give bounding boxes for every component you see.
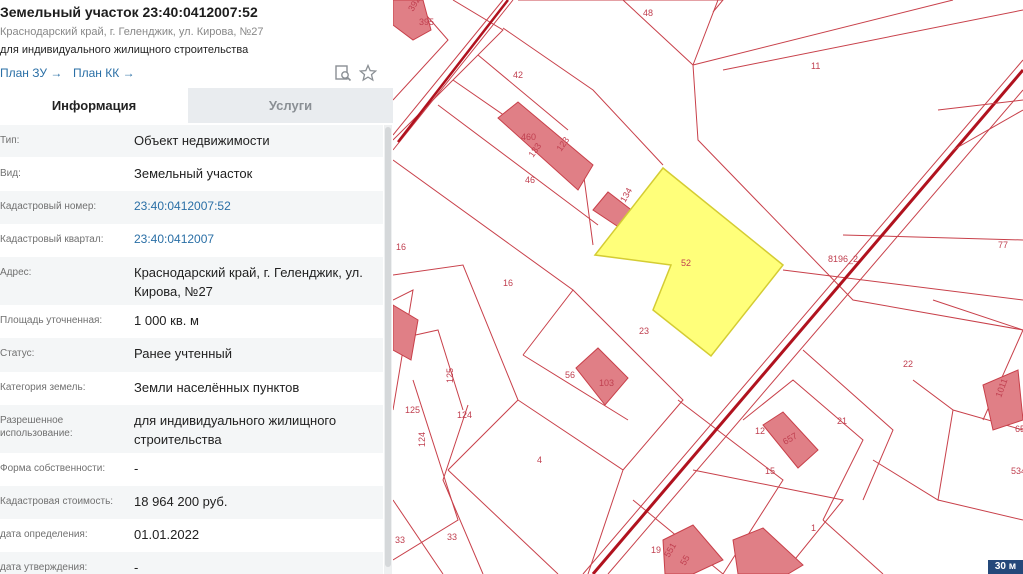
field-value: 1 000 кв. м	[134, 313, 199, 328]
parcel-number-label: 42	[513, 70, 523, 80]
parcel-purpose: для индивидуального жилищного строительс…	[0, 44, 249, 56]
field-row: Категория земель: Земли населённых пункто…	[0, 372, 383, 405]
parcel-number-label: 4	[537, 455, 542, 465]
plan-zu-link[interactable]: План ЗУ →	[0, 66, 62, 80]
field-value: 01.01.2022	[134, 527, 200, 542]
field-value: Земли населённых пунктов	[134, 380, 300, 395]
parcel-number-label: 65	[1015, 424, 1023, 434]
parcel-number-label: 23	[639, 326, 649, 336]
field-row: Кадастровая стоимость: 18 964 200 руб.	[0, 486, 383, 519]
field-label: Кадастровая стоимость:	[0, 496, 114, 507]
cadastral-map[interactable]: 48 11 42 460 133 123 46 134 16 16 77 8196_2 23 22 56 10…	[393, 0, 1023, 574]
building-lower[interactable]	[732, 527, 804, 574]
field-label: дата утверждения:	[0, 562, 88, 573]
parcel-number-label: 125	[405, 405, 420, 415]
parcel-number-label: 15	[765, 466, 775, 476]
field-label: Тип:	[0, 135, 20, 146]
parcel-number-label: 1	[811, 523, 816, 533]
parcel-number-label: 33	[395, 535, 405, 545]
parcel-number-label: 77	[998, 240, 1008, 250]
field-value: -	[134, 461, 139, 476]
parcel-number-label: 124	[417, 432, 427, 447]
parcel-number-label: 21	[837, 416, 847, 426]
parcel-number-label: 46	[525, 175, 535, 185]
parcel-number-label: 33	[447, 532, 457, 542]
parcel-number-label: 16	[503, 278, 513, 288]
field-label: Форма собственности:	[0, 463, 106, 474]
field-label: дата определения:	[0, 529, 88, 540]
map-canvas[interactable]: 481142460133 123461341616778196_223225610…	[393, 0, 1023, 574]
parcel-address: Краснодарский край, г. Геленджик, ул. Ки…	[0, 26, 264, 38]
field-label: Статус:	[0, 348, 35, 359]
selected-parcel-label: 52	[681, 258, 691, 268]
field-value: -	[134, 560, 139, 574]
scale-bar: 30 м	[988, 560, 1023, 574]
field-row: Форма собственности: -	[0, 453, 383, 486]
plan-kk-link[interactable]: План КК →	[73, 66, 135, 80]
parcel-number-label: 16	[396, 242, 406, 252]
parcel-number-label: 460	[521, 132, 536, 142]
tabs: Информация Услуги	[0, 88, 393, 123]
field-row: Адрес: Краснодарский край, г. Геленджик, …	[0, 257, 383, 305]
field-label: Кадастровый квартал:	[0, 234, 104, 245]
parcel-number-label: 48	[643, 8, 653, 18]
field-row: дата определения: 01.01.2022	[0, 519, 383, 552]
field-row: дата утверждения: -	[0, 552, 383, 574]
field-label: Вид:	[0, 168, 21, 179]
field-row: Тип: Объект недвижимости	[0, 125, 383, 157]
info-panel: Земельный участок 23:40:0412007:52 Красн…	[0, 0, 393, 574]
scrollbar-thumb[interactable]	[385, 127, 391, 567]
field-label: Категория земель:	[0, 382, 86, 393]
field-label: Адрес:	[0, 267, 32, 278]
search-document-icon[interactable]	[334, 64, 352, 82]
parcel-number-label: 19	[651, 545, 661, 555]
tab-services[interactable]: Услуги	[188, 88, 393, 123]
parcel-number-label: 395	[419, 17, 434, 27]
parcel-number-label: 56	[565, 370, 575, 380]
parcel-number-label: 134	[618, 186, 634, 204]
field-label: Площадь уточненная:	[0, 315, 103, 326]
field-row: Площадь уточненная: 1 000 кв. м	[0, 305, 383, 338]
page-title: Земельный участок 23:40:0412007:52	[0, 4, 258, 20]
parcel-number-label: 125	[445, 368, 455, 383]
field-value-link[interactable]: 23:40:0412007	[134, 230, 379, 249]
field-row: Кадастровый номер: 23:40:0412007:52	[0, 191, 383, 224]
parcel-number-label: 124	[457, 410, 472, 420]
building-103[interactable]	[575, 347, 629, 406]
field-row: Разрешенное использование: для индивидуал…	[0, 405, 383, 453]
field-value: Объект недвижимости	[134, 133, 270, 148]
field-label: Разрешенное использование:	[0, 415, 73, 439]
field-value: Краснодарский край, г. Геленджик, ул. Ки…	[134, 265, 363, 299]
field-row: Кадастровый квартал: 23:40:0412007	[0, 224, 383, 257]
parcel-number-label: 11	[811, 61, 820, 71]
field-row: Статус: Ранее учтенный	[0, 338, 383, 372]
parcel-number-label: 22	[903, 359, 913, 369]
parcel-number-label: 8196_2	[828, 254, 858, 264]
parcel-number-label: 12	[755, 426, 765, 436]
parcel-number-label: 534	[1011, 466, 1023, 476]
building-left[interactable]	[393, 304, 419, 361]
field-row: Вид: Земельный участок	[0, 158, 383, 191]
parcel-number-label: 103	[599, 378, 614, 388]
star-icon[interactable]	[359, 64, 377, 82]
field-value: Ранее учтенный	[134, 346, 232, 361]
tab-info[interactable]: Информация	[0, 88, 188, 123]
field-value: Земельный участок	[134, 166, 253, 181]
building-460[interactable]	[497, 101, 594, 191]
field-value-link[interactable]: 23:40:0412007:52	[134, 197, 379, 216]
field-value: 18 964 200 руб.	[134, 494, 228, 509]
field-label: Кадастровый номер:	[0, 201, 97, 212]
field-value: для индивидуального жилищного строительс…	[134, 413, 337, 447]
scrollbar[interactable]	[384, 125, 392, 574]
